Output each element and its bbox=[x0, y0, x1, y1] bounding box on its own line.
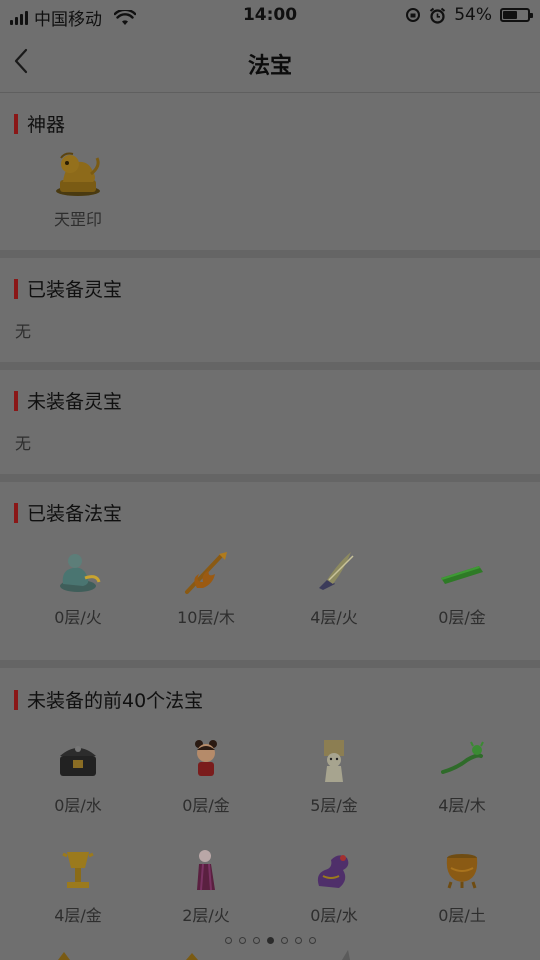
artifact-name: 天罡印 bbox=[53, 210, 102, 229]
fabao-label: 0层/土 bbox=[438, 906, 486, 925]
section-divider bbox=[0, 474, 540, 482]
fabao-label: 0层/水 bbox=[310, 906, 358, 925]
page-dot[interactable] bbox=[238, 937, 246, 944]
page-dot[interactable] bbox=[224, 937, 232, 944]
section-title: 已装备法宝 bbox=[27, 503, 123, 525]
status-bar: 中国移动 14:00 54% bbox=[0, 0, 540, 30]
section-header-unequipped-lingbao: 未装备灵宝 bbox=[14, 387, 122, 414]
equipped-fabao-item[interactable]: 0层/金 bbox=[398, 548, 526, 628]
section-divider bbox=[0, 660, 540, 668]
green-dragon-whip-icon bbox=[441, 741, 484, 774]
fabao-label: 0层/金 bbox=[438, 608, 486, 627]
blue-genie-lamp-icon bbox=[60, 554, 101, 592]
alarm-icon bbox=[430, 7, 446, 24]
artifact-item[interactable]: 天罡印 bbox=[14, 148, 142, 230]
section-header-unequipped-fabao: 未装备的前40个法宝 bbox=[14, 686, 203, 713]
page-dot[interactable] bbox=[280, 937, 288, 944]
fabao-label: 0层/水 bbox=[54, 796, 102, 815]
section-accent-bar bbox=[14, 502, 18, 523]
fabao-label: 5层/金 bbox=[310, 796, 358, 815]
unequipped-fabao-item[interactable]: 0层/水 bbox=[270, 846, 398, 926]
page-title: 法宝 bbox=[247, 54, 292, 79]
unequipped-fabao-item[interactable]: 5层/金 bbox=[270, 736, 398, 816]
fabao-label: 0层/金 bbox=[182, 796, 230, 815]
section-divider bbox=[0, 362, 540, 370]
fabao-label: 0层/火 bbox=[54, 608, 102, 627]
feather-quill-icon bbox=[319, 552, 354, 590]
golden-cauldron-icon bbox=[446, 854, 478, 889]
fabao-label: 2层/火 bbox=[182, 906, 230, 925]
unequipped-fabao-item[interactable]: 0层/土 bbox=[398, 846, 526, 926]
purple-dragon-icon bbox=[317, 855, 349, 888]
equipped-fabao-item[interactable]: 0层/火 bbox=[14, 548, 142, 628]
page-dot[interactable] bbox=[252, 937, 260, 944]
section-title: 未装备的前40个法宝 bbox=[27, 690, 204, 712]
nav-bar: 法宝 bbox=[0, 30, 540, 93]
rotation-lock-icon bbox=[406, 8, 421, 22]
treasure-chest-icon bbox=[60, 746, 96, 776]
unequipped-fabao-item[interactable]: 4层/木 bbox=[398, 736, 526, 816]
fabao-label: 10层/木 bbox=[177, 608, 235, 627]
fabao-label: 4层/木 bbox=[438, 796, 486, 815]
section-title: 已装备灵宝 bbox=[27, 279, 123, 301]
section-header-equipped-lingbao: 已装备灵宝 bbox=[14, 275, 122, 302]
page-indicator[interactable] bbox=[0, 937, 540, 944]
battery-icon bbox=[500, 8, 533, 22]
page-dot[interactable] bbox=[266, 937, 274, 944]
section-header-artifact: 神器 bbox=[14, 110, 65, 137]
section-title: 神器 bbox=[27, 114, 66, 136]
unequipped-fabao-item[interactable]: 0层/水 bbox=[14, 736, 142, 816]
equipped-fabao-item[interactable]: 4层/火 bbox=[270, 548, 398, 628]
battery-percent: 54% bbox=[454, 5, 492, 25]
empty-text: 无 bbox=[15, 434, 32, 453]
page-dot[interactable] bbox=[308, 937, 316, 944]
equipped-fabao-item[interactable]: 10层/木 bbox=[142, 548, 270, 628]
doll-icon bbox=[195, 740, 217, 776]
flaming-sword-icon bbox=[185, 552, 227, 594]
paper-talisman-icon bbox=[324, 740, 344, 782]
unequipped-fabao-item[interactable]: 0层/金 bbox=[142, 736, 270, 816]
fabao-label: 4层/金 bbox=[54, 906, 102, 925]
section-header-equipped-fabao: 已装备法宝 bbox=[14, 499, 122, 526]
section-accent-bar bbox=[14, 390, 18, 411]
unequipped-fabao-item[interactable]: 4层/金 bbox=[14, 846, 142, 926]
section-accent-bar bbox=[14, 113, 18, 134]
purple-skull-staff-icon bbox=[197, 850, 215, 891]
green-jade-ruler-icon bbox=[441, 566, 483, 584]
golden-cup-icon bbox=[62, 852, 94, 888]
page-dot[interactable] bbox=[294, 937, 302, 944]
golden-lion-seal-icon bbox=[56, 152, 100, 196]
empty-text: 无 bbox=[15, 322, 32, 341]
section-title: 未装备灵宝 bbox=[27, 391, 123, 413]
partial-row-icons bbox=[58, 950, 350, 960]
section-accent-bar bbox=[14, 278, 18, 299]
fabao-label: 4层/火 bbox=[310, 608, 358, 627]
section-accent-bar bbox=[14, 689, 18, 710]
unequipped-fabao-item[interactable]: 2层/火 bbox=[142, 846, 270, 926]
section-divider bbox=[0, 250, 540, 258]
